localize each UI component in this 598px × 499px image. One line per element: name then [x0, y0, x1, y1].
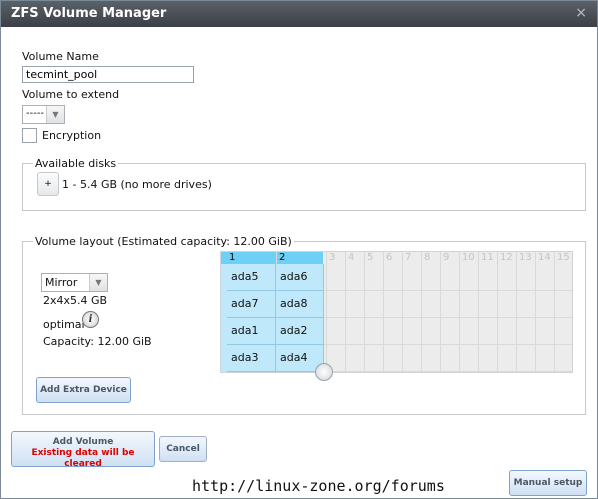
column-header-4: 4: [348, 252, 355, 263]
disk-cell-ada5[interactable]: ada5: [227, 264, 276, 291]
layout-type-value: Mirror: [45, 276, 78, 289]
grid-line: [440, 252, 441, 372]
disk-cell-ada7[interactable]: ada7: [227, 291, 276, 318]
disk-cell-ada2[interactable]: ada2: [276, 318, 324, 345]
disk-cell-ada8[interactable]: ada8: [276, 291, 324, 318]
add-volume-button[interactable]: Add Volume Existing data will be cleared: [11, 431, 155, 469]
encryption-label: Encryption: [42, 129, 102, 142]
watermark-text: http://linux-zone.org/forums: [192, 477, 445, 495]
grid-line: [554, 252, 555, 372]
column-header-12: 12: [500, 252, 513, 263]
grid-line: [459, 252, 460, 372]
add-extra-device-button[interactable]: Add Extra Device: [36, 377, 131, 403]
info-icon[interactable]: i: [82, 311, 99, 328]
column-header-7: 7: [405, 252, 412, 263]
column-header-15: 15: [557, 252, 570, 263]
column-header-13: 13: [519, 252, 532, 263]
layout-status: optimal: [43, 318, 85, 331]
column-header-1: 1: [229, 252, 236, 263]
grid-line: [383, 252, 384, 372]
manual-setup-button[interactable]: Manual setup: [509, 470, 587, 496]
add-disk-button[interactable]: +: [37, 172, 59, 196]
chevron-down-icon: ▼: [89, 274, 107, 291]
grid-line: [326, 252, 327, 372]
volume-to-extend-select[interactable]: ----- ▼: [22, 105, 65, 124]
dialog-title: ZFS Volume Manager: [11, 6, 167, 21]
add-extra-device-label: Add Extra Device: [40, 385, 127, 395]
row-strip: [221, 264, 227, 372]
grid-line: [516, 252, 517, 372]
volume-name-label: Volume Name: [22, 50, 99, 63]
encryption-checkbox[interactable]: [22, 128, 37, 143]
zfs-volume-manager-dialog: ZFS Volume Manager × Volume Name Volume …: [0, 0, 598, 499]
column-header-8: 8: [424, 252, 431, 263]
chevron-down-icon: ▼: [46, 106, 64, 123]
add-volume-label: Add Volume: [52, 437, 114, 447]
column-header-5: 5: [367, 252, 374, 263]
add-volume-warning: Existing data will be cleared: [31, 448, 135, 469]
cancel-label: Cancel: [166, 444, 200, 454]
grid-line: [478, 252, 479, 372]
column-header-14: 14: [538, 252, 551, 263]
cancel-button[interactable]: Cancel: [159, 436, 207, 462]
title-bar: ZFS Volume Manager ×: [1, 1, 597, 27]
resize-handle-icon[interactable]: [315, 363, 333, 381]
available-disks-summary: 1 - 5.4 GB (no more drives): [62, 178, 212, 191]
available-disks-legend: Available disks: [35, 157, 117, 170]
volume-name-input[interactable]: [22, 66, 194, 83]
column-header-3: 3: [329, 252, 336, 263]
disk-config: 2x4x5.4 GB: [43, 294, 108, 307]
disk-cell-ada6[interactable]: ada6: [276, 264, 324, 291]
grid-line: [535, 252, 536, 372]
column-header-10: 10: [462, 252, 475, 263]
close-icon[interactable]: ×: [575, 6, 587, 20]
column-header-11: 11: [481, 252, 494, 263]
column-header-9: 9: [443, 252, 450, 263]
capacity-text: Capacity: 12.00 GiB: [43, 335, 152, 348]
grid-line: [364, 252, 365, 372]
volume-to-extend-value: -----: [26, 108, 45, 119]
grid-line: [497, 252, 498, 372]
grid-line: [345, 252, 346, 372]
grid-line: [402, 252, 403, 372]
column-header-2: 2: [279, 252, 286, 263]
grid-line: [421, 252, 422, 372]
layout-type-select[interactable]: Mirror ▼: [41, 273, 108, 292]
disk-layout-grid[interactable]: 1 2 3 4 5 6 7 8 9 10 11 12 13 14 15 ada5 ada6 ada7 ada8 ada…: [220, 251, 573, 373]
disk-cell-ada3[interactable]: ada3: [227, 345, 276, 372]
disk-cell-ada1[interactable]: ada1: [227, 318, 276, 345]
volume-layout-legend: Volume layout (Estimated capacity: 12.00…: [35, 235, 292, 248]
volume-to-extend-label: Volume to extend: [22, 88, 120, 101]
manual-setup-label: Manual setup: [513, 478, 583, 488]
column-header-6: 6: [386, 252, 393, 263]
